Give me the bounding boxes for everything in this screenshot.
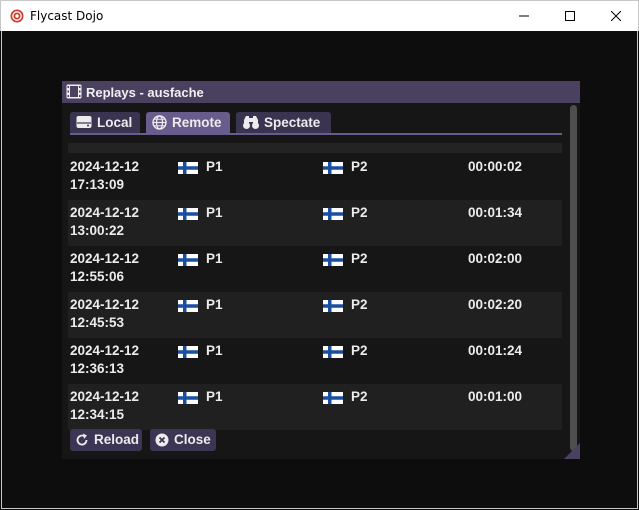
reload-button-label: Reload: [94, 432, 140, 447]
minimize-button[interactable]: [501, 1, 547, 32]
table-row[interactable]: 2024-12-12 12:34:15 P1 P2 00:01:00: [68, 384, 562, 430]
replay-time: 12:45:53: [70, 315, 125, 330]
table-row[interactable]: 2024-12-12 13:00:22 P1 P2 00:01:34: [68, 200, 562, 246]
replay-datetime: 2024-12-12 12:36:13: [70, 342, 139, 378]
player1-name: P1: [206, 297, 223, 312]
close-circle-icon: [155, 433, 169, 447]
table-row[interactable]: 2024-12-12 12:45:53 P1 P2 00:02:20: [68, 292, 562, 338]
tab-local[interactable]: Local: [70, 112, 140, 133]
tab-underline: [70, 133, 562, 135]
tab-local-label: Local: [97, 115, 133, 130]
minimize-icon: [519, 15, 529, 17]
reload-icon: [76, 433, 88, 446]
replay-time: 12:36:13: [70, 361, 125, 376]
replay-tabs: Local Remote Spectate: [70, 112, 562, 134]
player2-name: P2: [351, 159, 368, 174]
finland-flag-icon: [178, 208, 198, 220]
replay-date: 2024-12-12: [70, 343, 140, 358]
reload-button[interactable]: Reload: [70, 429, 142, 451]
replay-datetime: 2024-12-12 17:13:09: [70, 158, 139, 194]
resize-grip-icon[interactable]: [564, 443, 580, 459]
replay-time: 17:13:09: [70, 177, 125, 192]
replay-datetime: 2024-12-12 12:55:06: [70, 250, 139, 286]
replay-duration: 00:01:24: [468, 343, 523, 358]
maximize-button[interactable]: [547, 1, 593, 32]
hard-drive-icon: [76, 116, 92, 128]
finland-flag-icon: [323, 392, 343, 404]
close-button-label: Close: [174, 432, 211, 447]
replay-duration: 00:02:20: [468, 297, 523, 312]
binoculars-icon: [243, 116, 259, 129]
vertical-scrollbar[interactable]: [567, 105, 580, 459]
finland-flag-icon: [323, 208, 343, 220]
table-row[interactable]: 2024-12-12 12:55:06 P1 P2 00:02:00: [68, 246, 562, 292]
tab-spectate[interactable]: Spectate: [236, 112, 331, 133]
close-button[interactable]: Close: [150, 429, 216, 451]
replay-date: 2024-12-12: [70, 297, 140, 312]
close-window-button[interactable]: [593, 1, 639, 32]
player2-name: P2: [351, 297, 368, 312]
replay-date: 2024-12-12: [70, 251, 140, 266]
finland-flag-icon: [323, 254, 343, 266]
flycast-app-icon: [10, 9, 24, 23]
replay-date: 2024-12-12: [70, 159, 140, 174]
replay-time: 13:00:22: [70, 223, 125, 238]
window-title: Flycast Dojo: [30, 9, 104, 23]
player1-name: P1: [206, 159, 223, 174]
replay-duration: 00:00:02: [468, 159, 523, 174]
app-canvas: Replays - ausfache Local Remote Spectate…: [1, 31, 638, 509]
replay-time: 12:34:15: [70, 407, 125, 422]
finland-flag-icon: [323, 346, 343, 358]
finland-flag-icon: [178, 254, 198, 266]
globe-icon: [152, 115, 167, 130]
player1-name: P1: [206, 251, 223, 266]
replays-window-titlebar[interactable]: Replays - ausfache: [62, 81, 580, 103]
replay-time: 12:55:06: [70, 269, 125, 284]
replay-datetime: 2024-12-12 13:00:22: [70, 204, 139, 240]
finland-flag-icon: [178, 300, 198, 312]
player1-name: P1: [206, 343, 223, 358]
table-header: [68, 143, 562, 153]
player1-name: P1: [206, 389, 223, 404]
finland-flag-icon: [323, 300, 343, 312]
replay-datetime: 2024-12-12 12:45:53: [70, 296, 139, 332]
close-icon: [611, 11, 621, 21]
window-titlebar[interactable]: Flycast Dojo: [0, 0, 639, 31]
replay-duration: 00:01:00: [468, 389, 523, 404]
finland-flag-icon: [178, 346, 198, 358]
player1-name: P1: [206, 205, 223, 220]
player2-name: P2: [351, 251, 368, 266]
replays-window: Replays - ausfache Local Remote Spectate…: [62, 81, 580, 459]
replays-window-title: Replays - ausfache: [86, 85, 204, 100]
replay-date: 2024-12-12: [70, 205, 140, 220]
finland-flag-icon: [178, 392, 198, 404]
replay-duration: 00:01:34: [468, 205, 523, 220]
replay-date: 2024-12-12: [70, 389, 140, 404]
player2-name: P2: [351, 343, 368, 358]
table-row[interactable]: 2024-12-12 12:36:13 P1 P2 00:01:24: [68, 338, 562, 384]
scrollbar-thumb[interactable]: [570, 105, 577, 451]
finland-flag-icon: [323, 162, 343, 174]
tab-remote[interactable]: Remote: [146, 112, 230, 133]
tab-remote-label: Remote: [172, 115, 222, 130]
maximize-icon: [565, 11, 575, 21]
player2-name: P2: [351, 205, 368, 220]
film-icon: [66, 84, 82, 99]
table-row[interactable]: 2024-12-12 17:13:09 P1 P2 00:00:02: [68, 154, 562, 200]
finland-flag-icon: [178, 162, 198, 174]
replay-datetime: 2024-12-12 12:34:15: [70, 388, 139, 424]
player2-name: P2: [351, 389, 368, 404]
replay-duration: 00:02:00: [468, 251, 523, 266]
tab-spectate-label: Spectate: [264, 115, 321, 130]
